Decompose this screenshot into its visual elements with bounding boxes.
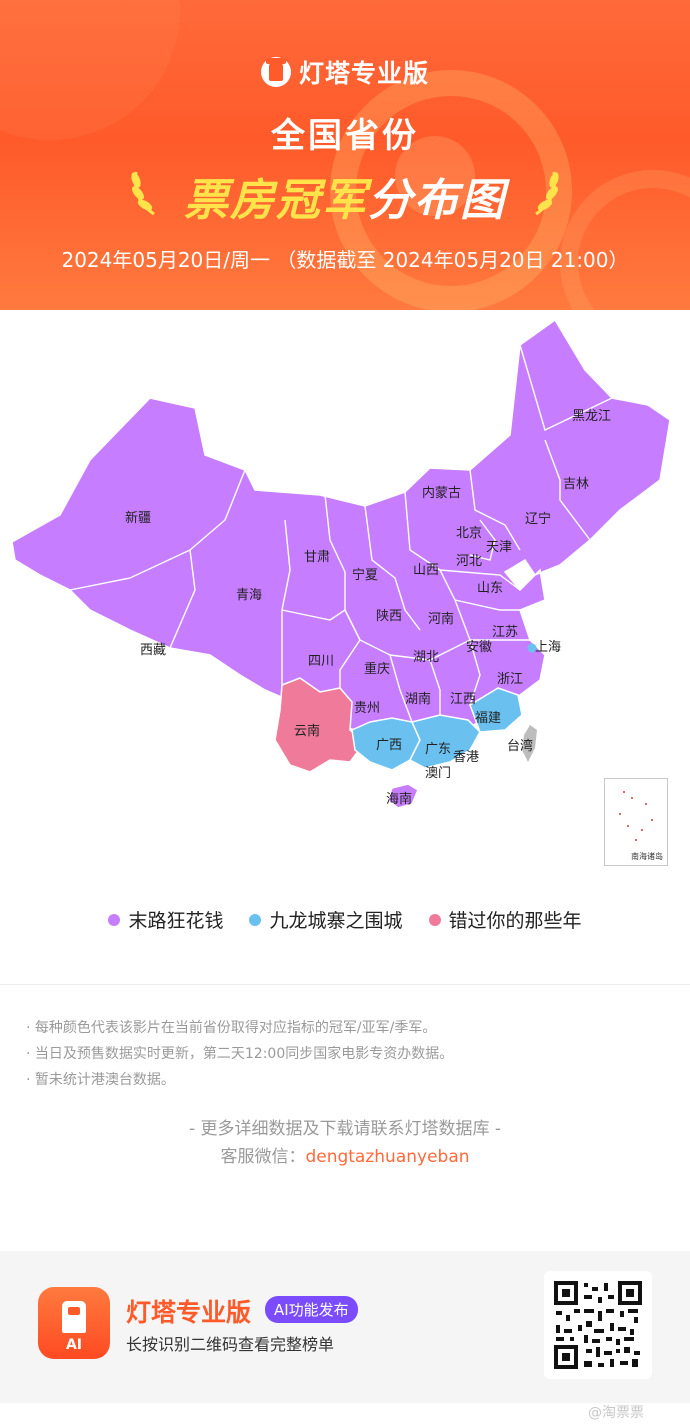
title-highlight: 票房冠军 [184, 175, 368, 226]
divider [0, 984, 690, 985]
lighthouse-icon [62, 1301, 86, 1333]
note-item: · 每种颜色代表该影片在当前省份取得对应指标的冠军/亚军/季军。 [26, 1020, 437, 1036]
more-data-line: - 更多详细数据及下载请联系灯塔数据库 - [188, 1119, 502, 1139]
date-line: 2024年05月20日/周一 （数据截至 2024年05月20日 21:00） [61, 248, 629, 272]
notes: · 每种颜色代表该影片在当前省份取得对应指标的冠军/亚军/季军。 · 当日及预售… [26, 1015, 666, 1093]
footer: AI 灯塔专业版 AI功能发布 长按识别二维码查看完整榜单 [0, 1251, 690, 1403]
lighthouse-logo-icon [260, 57, 291, 87]
title-rest: 分布图 [368, 175, 506, 226]
china-province-map: 黑龙江 吉林 辽宁 内蒙古 新疆 北京 天津 河北 甘肃 宁夏 山西 山东 青海… [0, 310, 690, 885]
map-label: 香港 [453, 749, 479, 764]
title-line1: 全国省份 [271, 116, 419, 156]
header-banner: 灯塔专业版 全国省份 票房冠军 分布图 2024年05月20日/周一 （数据截至… [0, 0, 690, 310]
map-label: 黑龙江 [572, 408, 611, 423]
map-label: 陕西 [376, 608, 402, 623]
map-label: 山东 [477, 580, 503, 595]
map-label: 江苏 [492, 624, 518, 639]
map-label: 宁夏 [352, 567, 378, 582]
map-label: 四川 [308, 653, 334, 668]
brand-name: 灯塔专业版 [298, 59, 429, 88]
map-label: 台湾 [507, 738, 533, 753]
map-label: 福建 [475, 710, 501, 725]
map-label: 新疆 [125, 510, 151, 525]
legend-item: 末路狂花钱 [108, 906, 223, 933]
legend-label: 错过你的那些年 [448, 910, 582, 932]
map-label: 贵州 [354, 700, 380, 715]
wechat-id[interactable]: dengtazhuanyeban [305, 1147, 469, 1167]
map-label: 广西 [376, 737, 402, 752]
legend-dot-icon [428, 913, 441, 926]
qr-code-icon [554, 1281, 642, 1369]
map-label: 甘肃 [304, 549, 330, 564]
mainland-region [11, 318, 671, 746]
note-item: · 当日及预售数据实时更新，第二天12:00同步国家电影专资办数据。 [26, 1046, 454, 1062]
map-label: 湖南 [405, 691, 431, 706]
footer-subtitle: 长按识别二维码查看完整榜单 [126, 1335, 335, 1354]
legend-label: 末路狂花钱 [128, 910, 224, 932]
legend-item: 九龙城寨之围城 [249, 906, 403, 933]
map-label: 天津 [486, 539, 512, 554]
map-label: 辽宁 [525, 511, 551, 526]
legend-dot-icon [249, 913, 262, 926]
map-label: 广东 [425, 741, 451, 756]
footer-title: 灯塔专业版 [126, 1298, 252, 1327]
laurel-right-icon [535, 171, 559, 216]
inset-caption: 南海诸岛 [631, 852, 663, 861]
map-svg: 黑龙江 吉林 辽宁 内蒙古 新疆 北京 天津 河北 甘肃 宁夏 山西 山东 青海… [11, 318, 671, 809]
legend-label: 九龙城寨之围城 [269, 910, 403, 932]
map-legend: 末路狂花钱 九龙城寨之围城 错过你的那些年 [0, 906, 690, 933]
map-label: 湖北 [413, 649, 439, 664]
map-label: 云南 [294, 723, 320, 738]
map-label: 河南 [428, 611, 454, 626]
map-label: 江西 [450, 691, 476, 706]
app-icon[interactable]: AI [38, 1287, 110, 1359]
watermark: @淘票票 [588, 1405, 644, 1421]
legend-item: 错过你的那些年 [428, 906, 582, 933]
map-label: 海南 [386, 791, 412, 806]
map-label: 上海 [535, 639, 561, 654]
map-label: 重庆 [364, 661, 390, 676]
map-label: 青海 [236, 587, 262, 602]
map-label: 河北 [456, 553, 482, 568]
wechat-line: 客服微信：dengtazhuanyeban [0, 1142, 690, 1167]
map-label: 内蒙古 [422, 485, 461, 500]
qr-code[interactable] [544, 1271, 652, 1379]
legend-dot-icon [108, 913, 121, 926]
brand: 灯塔专业版 [0, 54, 690, 90]
note-item: · 暂未统计港澳台数据。 [26, 1072, 175, 1088]
map-label: 北京 [456, 525, 482, 540]
map-label: 安徽 [466, 639, 492, 654]
map-label: 西藏 [140, 642, 166, 657]
app-icon-label: AI [65, 1337, 83, 1353]
south-china-sea-inset: 南海诸岛 [604, 778, 668, 866]
wechat-prefix: 客服微信： [220, 1147, 306, 1167]
map-label: 山西 [413, 562, 439, 577]
map-label: 浙江 [497, 671, 523, 686]
map-label: 吉林 [563, 476, 589, 491]
ai-feature-badge: AI功能发布 [265, 1296, 358, 1323]
map-label: 澳门 [425, 765, 451, 780]
title-line2: 票房冠军 分布图 [0, 164, 690, 228]
